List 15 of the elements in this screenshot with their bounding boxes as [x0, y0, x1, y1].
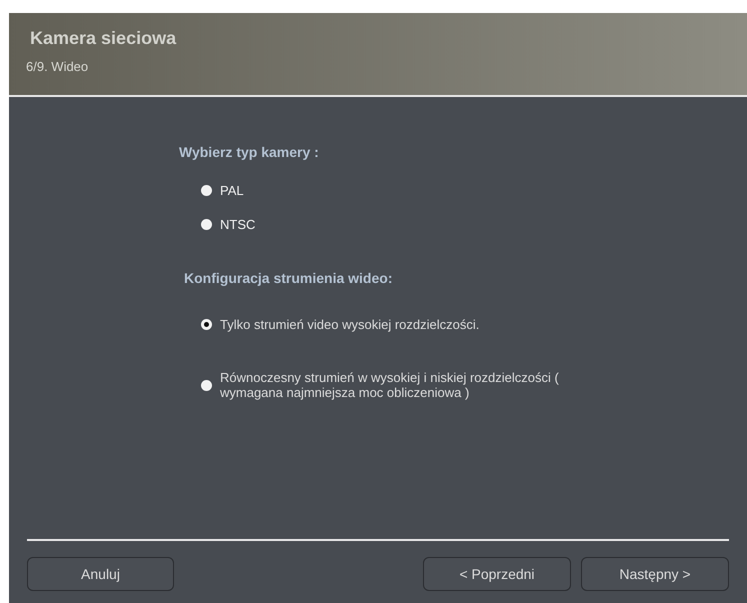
previous-button[interactable]: < Poprzedni [423, 557, 571, 591]
radio-label: Równoczesny strumień w wysokiej i niskiej rozdzielczości ( wymagana najmniejsza moc obliczeniowa ) [220, 370, 560, 400]
radio-label: NTSC [220, 216, 256, 234]
radio-label: PAL [220, 182, 244, 200]
cancel-button[interactable]: Anuluj [27, 557, 174, 591]
radio-button[interactable] [201, 218, 212, 230]
radio-button[interactable] [201, 380, 212, 390]
section-heading: Konfiguracja strumienia wideo: [184, 269, 394, 288]
radio-label: Tylko strumień video wysokiej rozdzielczości. [220, 317, 480, 332]
radio-button[interactable] [201, 185, 212, 196]
wizard-title: Kamera sieciowa [30, 27, 178, 49]
section-heading: Wybierz typ kamery : [179, 143, 320, 162]
next-button[interactable]: Następny > [581, 557, 729, 591]
radio-button[interactable] [201, 319, 212, 330]
step-label: 6/9. Wideo [26, 58, 90, 76]
